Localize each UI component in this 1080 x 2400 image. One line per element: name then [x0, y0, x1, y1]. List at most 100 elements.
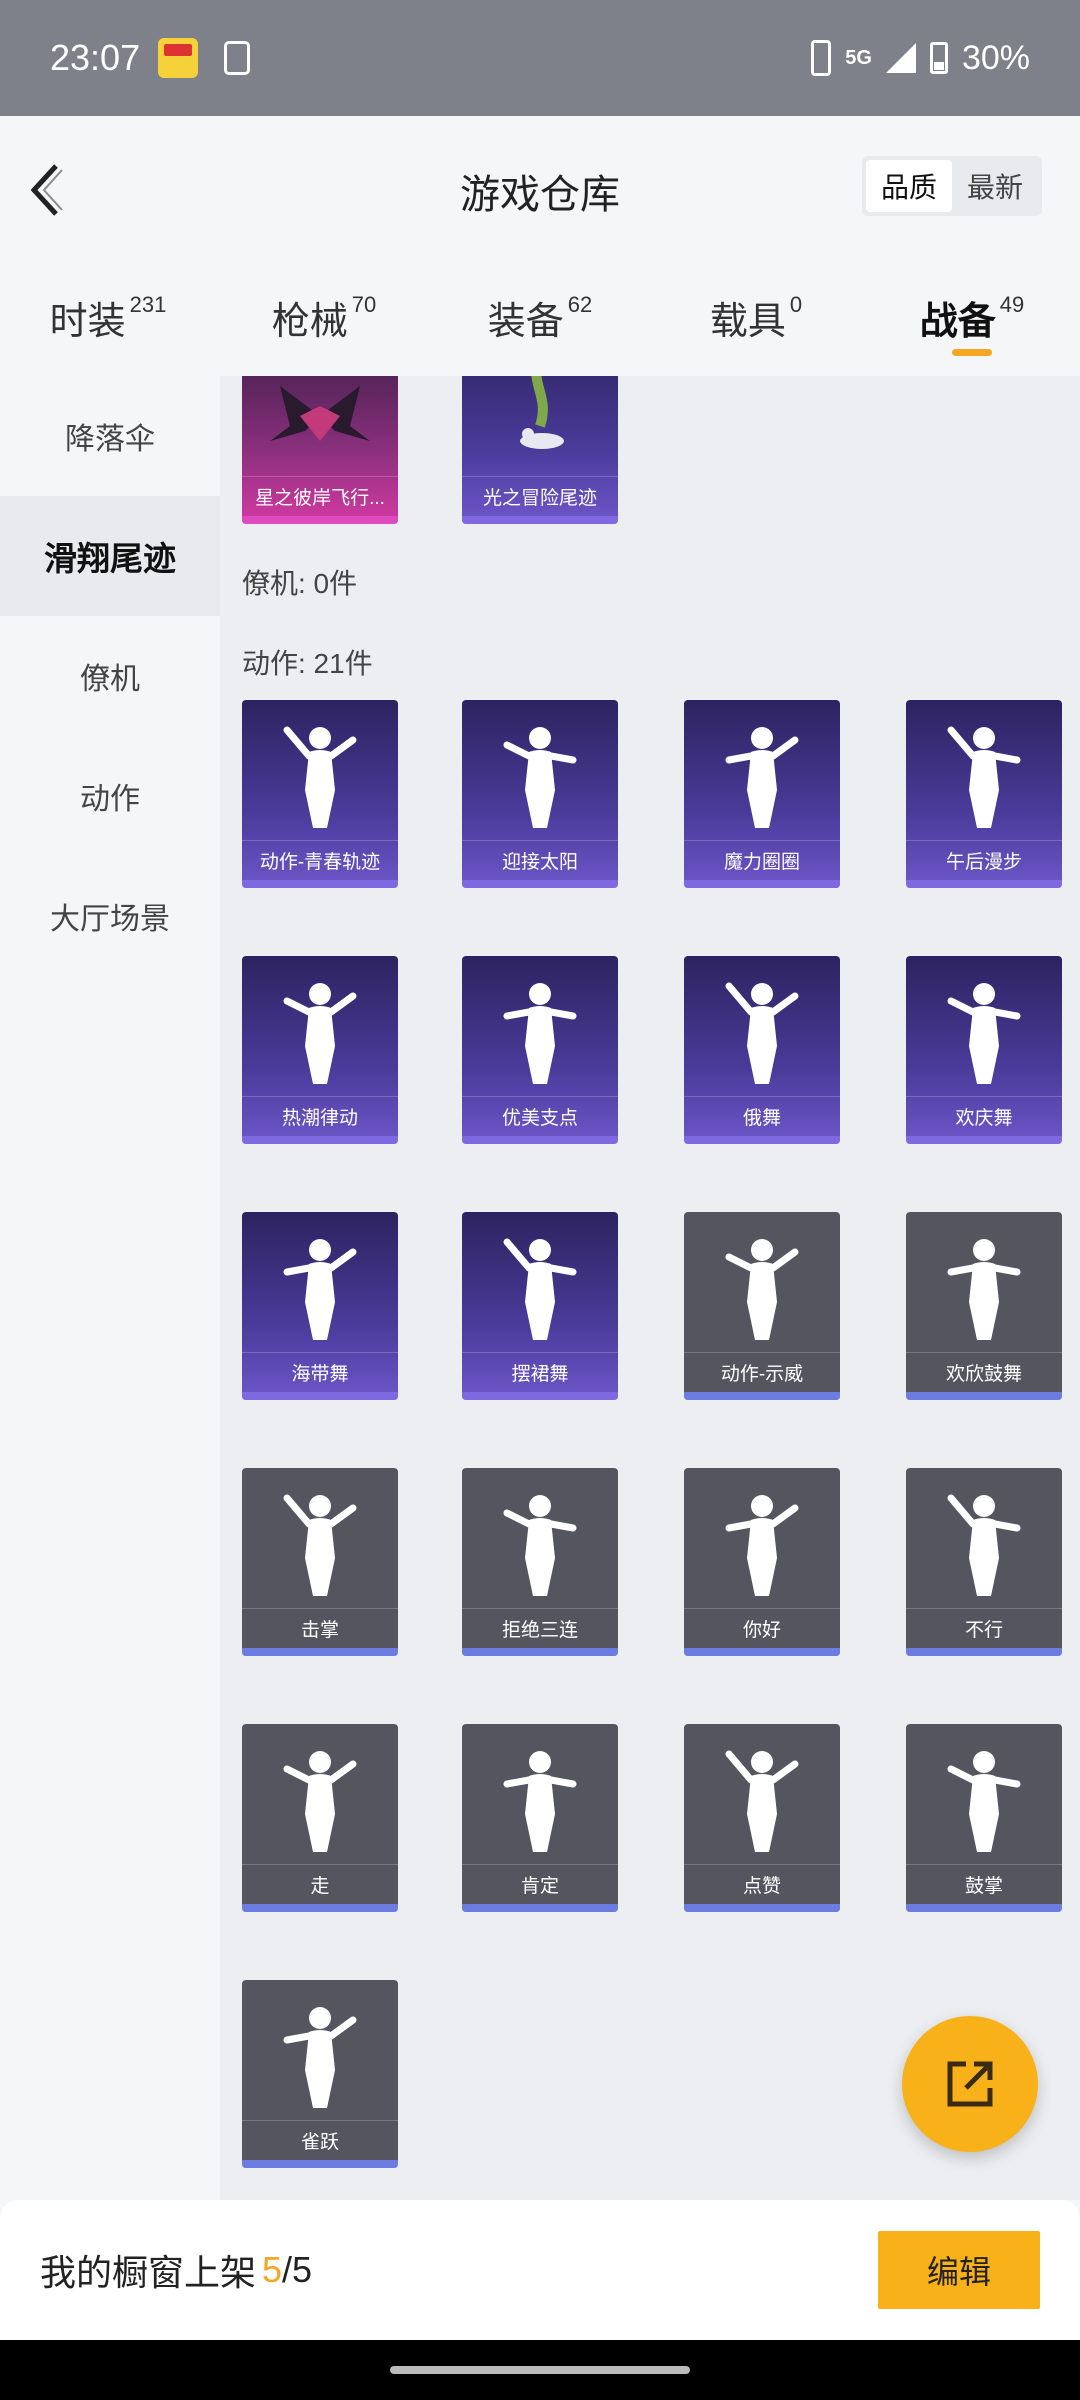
tab-label: 枪械 — [271, 301, 348, 343]
showcase-count: 5 — [262, 2249, 283, 2290]
rarity-bar — [242, 1392, 398, 1400]
action-item-card[interactable]: 动作-青春轨迹 — [242, 700, 398, 888]
tab-fashion[interactable]: 时装 231 — [0, 256, 216, 376]
tab-label: 战备 — [919, 301, 996, 343]
tab-combat-gear[interactable]: 战备 49 — [864, 256, 1080, 376]
action-item-card[interactable]: 肯定 — [462, 1724, 618, 1912]
status-bar: 23:07 5G 30% — [0, 0, 1080, 116]
rarity-bar — [242, 1136, 398, 1144]
emote-figure-icon — [684, 1212, 840, 1352]
item-label: 鼓掌 — [906, 1864, 1062, 1904]
item-label: 不行 — [906, 1608, 1062, 1648]
tab-guns[interactable]: 枪械 70 — [216, 256, 432, 376]
emote-figure-icon — [242, 956, 398, 1096]
sort-toggle[interactable]: 品质 最新 — [862, 156, 1042, 216]
rarity-bar — [462, 516, 618, 524]
action-item-card[interactable]: 鼓掌 — [906, 1724, 1062, 1912]
item-label: 迎接太阳 — [462, 840, 618, 880]
battery-percent: 30% — [961, 38, 1030, 77]
action-item-card[interactable]: 拒绝三连 — [462, 1468, 618, 1656]
emote-figure-icon — [906, 956, 1062, 1096]
rarity-bar — [242, 880, 398, 888]
rarity-bar — [684, 880, 840, 888]
showcase-label: 我的橱窗上架 — [40, 2252, 257, 2293]
edit-button[interactable]: 编辑 — [878, 2231, 1040, 2309]
action-item-card[interactable]: 雀跃 — [242, 1980, 398, 2168]
action-item-card[interactable]: 点赞 — [684, 1724, 840, 1912]
system-nav-bar — [0, 2340, 1080, 2400]
sort-newest-button[interactable]: 最新 — [952, 160, 1038, 212]
rarity-bar — [906, 1648, 1062, 1656]
sidebar-item-wingman[interactable]: 僚机 — [0, 616, 220, 736]
item-label: 魔力圈圈 — [684, 840, 840, 880]
sort-quality-button[interactable]: 品质 — [866, 160, 952, 212]
action-item-card[interactable]: 热潮律动 — [242, 956, 398, 1144]
status-time: 23:07 — [50, 37, 141, 78]
tab-count: 62 — [567, 292, 593, 317]
sidebar: 降落伞 滑翔尾迹 僚机 动作 大厅场景 — [0, 376, 220, 2200]
rarity-bar — [906, 1392, 1062, 1400]
action-item-card[interactable]: 你好 — [684, 1468, 840, 1656]
sidebar-item-parachute[interactable]: 降落伞 — [0, 376, 220, 496]
signal-icon — [885, 43, 916, 73]
item-label: 肯定 — [462, 1864, 618, 1904]
action-item-card[interactable]: 动作-示威 — [684, 1212, 840, 1400]
sidebar-item-lobby-scene[interactable]: 大厅场景 — [0, 856, 220, 976]
rarity-bar — [684, 1392, 840, 1400]
sidebar-item-glide-trail[interactable]: 滑翔尾迹 — [0, 496, 220, 616]
wings-icon — [242, 376, 398, 476]
item-label: 午后漫步 — [906, 840, 1062, 880]
item-grid: 星之彼岸飞行... 光之冒险尾迹 僚机: 0件 动作: 21件 动作-青春轨迹 迎… — [220, 376, 1080, 2200]
item-label: 雀跃 — [242, 2120, 398, 2160]
action-item-card[interactable]: 欢庆舞 — [906, 956, 1062, 1144]
item-label: 欢欣鼓舞 — [906, 1352, 1062, 1392]
tab-vehicles[interactable]: 载具 0 — [648, 256, 864, 376]
item-label: 走 — [242, 1864, 398, 1904]
item-card[interactable]: 星之彼岸飞行... — [242, 376, 398, 524]
action-item-card[interactable]: 击掌 — [242, 1468, 398, 1656]
action-item-card[interactable]: 魔力圈圈 — [684, 700, 840, 888]
action-item-card[interactable]: 迎接太阳 — [462, 700, 618, 888]
action-item-card[interactable]: 海带舞 — [242, 1212, 398, 1400]
rarity-bar — [906, 880, 1062, 888]
emote-figure-icon — [906, 1468, 1062, 1608]
emote-figure-icon — [906, 700, 1062, 840]
item-card[interactable]: 光之冒险尾迹 — [462, 376, 618, 524]
action-item-card[interactable]: 优美支点 — [462, 956, 618, 1144]
home-indicator[interactable] — [390, 2366, 690, 2374]
share-button[interactable] — [902, 2016, 1038, 2152]
item-label: 点赞 — [684, 1864, 840, 1904]
rarity-bar — [242, 516, 398, 524]
rarity-bar — [906, 1904, 1062, 1912]
item-label: 热潮律动 — [242, 1096, 398, 1136]
item-label: 你好 — [684, 1608, 840, 1648]
item-label: 星之彼岸飞行... — [242, 476, 398, 516]
battery-icon — [929, 42, 948, 74]
item-label: 光之冒险尾迹 — [462, 476, 618, 516]
sidebar-item-action[interactable]: 动作 — [0, 736, 220, 856]
action-item-card[interactable]: 欢欣鼓舞 — [906, 1212, 1062, 1400]
category-tabs: 时装 231 枪械 70 装备 62 载具 0 战备 49 — [0, 256, 1080, 376]
emote-figure-icon — [242, 700, 398, 840]
rarity-bar — [462, 1648, 618, 1656]
item-label: 动作-青春轨迹 — [242, 840, 398, 880]
tab-label: 装备 — [487, 301, 564, 343]
showcase-total: /5 — [282, 2249, 313, 2290]
item-label: 动作-示威 — [684, 1352, 840, 1392]
glide-trail-icon — [462, 376, 618, 476]
header: 游戏仓库 品质 最新 — [0, 116, 1080, 256]
action-item-card[interactable]: 走 — [242, 1724, 398, 1912]
action-item-card[interactable]: 俄舞 — [684, 956, 840, 1144]
item-label: 摆裙舞 — [462, 1352, 618, 1392]
emote-figure-icon — [684, 1468, 840, 1608]
action-item-card[interactable]: 摆裙舞 — [462, 1212, 618, 1400]
rarity-bar — [242, 1904, 398, 1912]
external-link-icon — [947, 2061, 993, 2107]
emote-figure-icon — [684, 956, 840, 1096]
action-item-card[interactable]: 不行 — [906, 1468, 1062, 1656]
tab-count: 231 — [129, 292, 167, 317]
action-item-card[interactable]: 午后漫步 — [906, 700, 1062, 888]
tab-equipment[interactable]: 装备 62 — [432, 256, 648, 376]
rarity-bar — [462, 1136, 618, 1144]
item-label: 优美支点 — [462, 1096, 618, 1136]
